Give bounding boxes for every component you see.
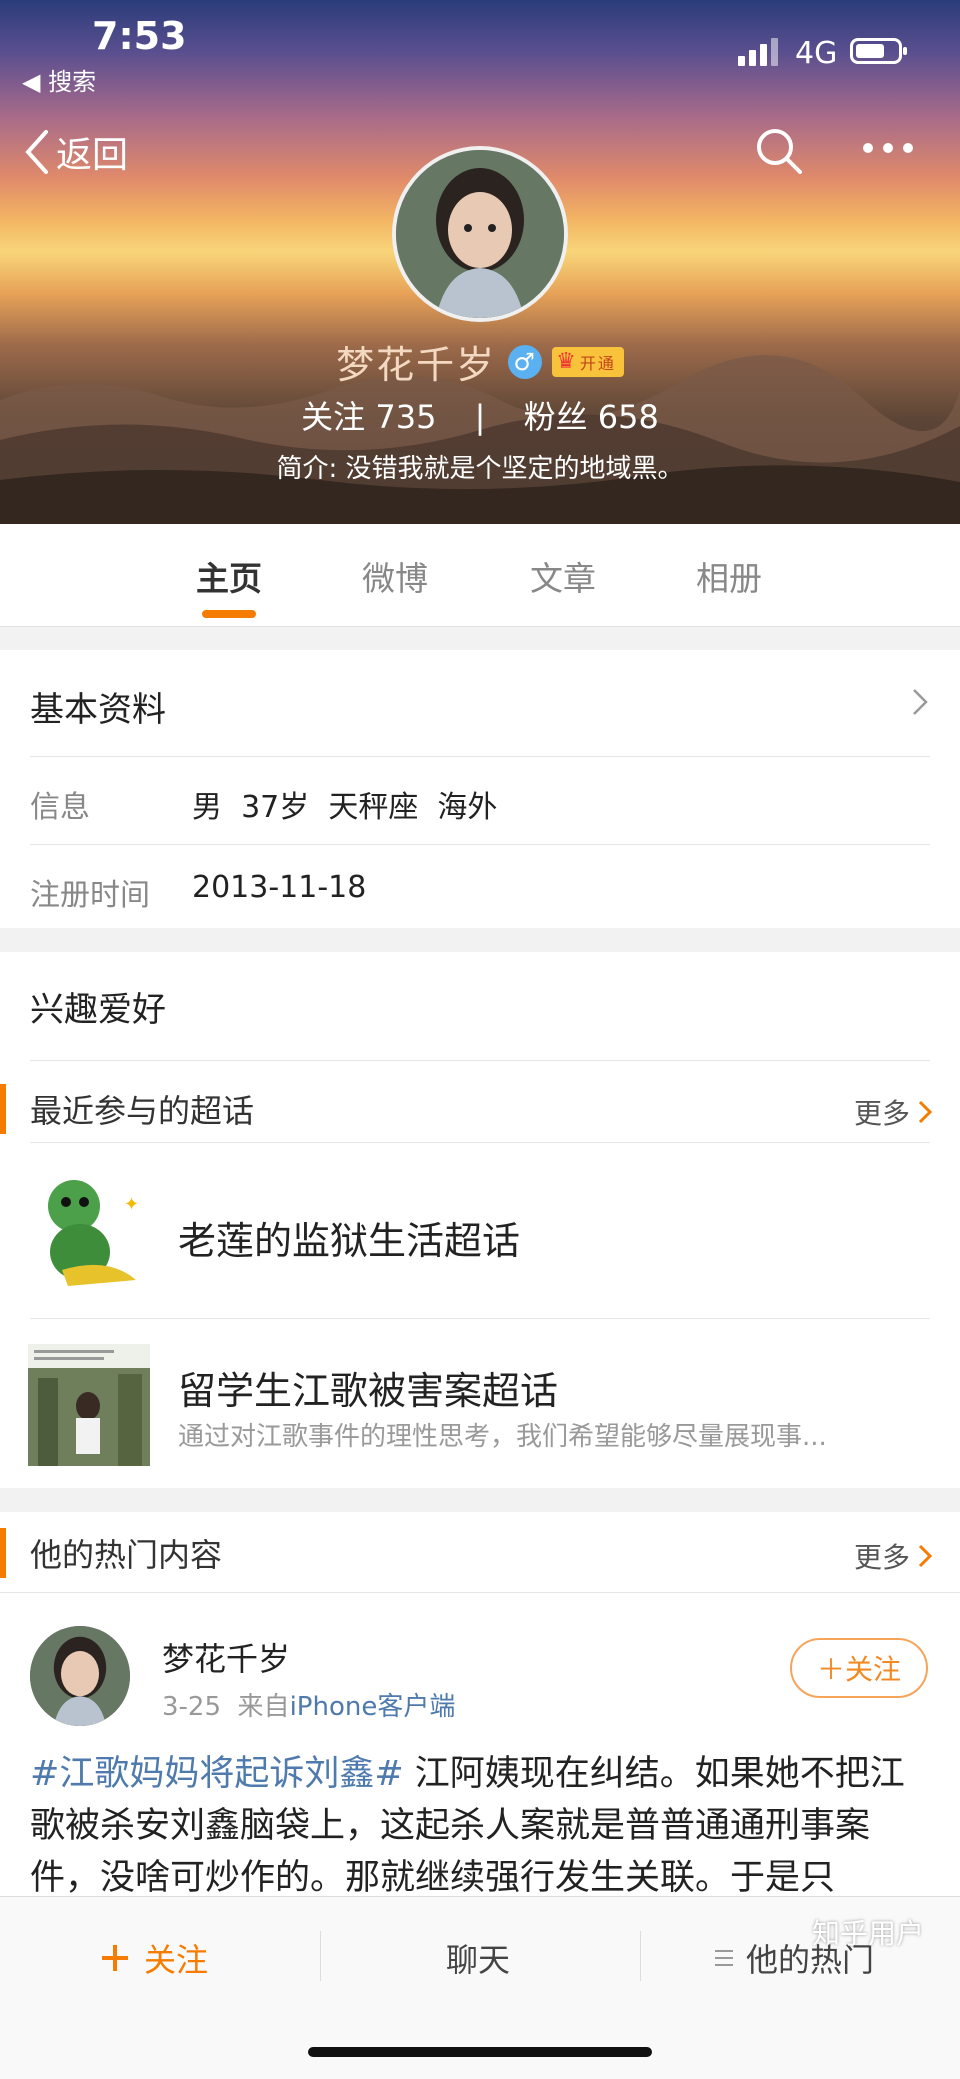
topic-thumbnail bbox=[28, 1344, 150, 1466]
vip-label: 开通 bbox=[579, 353, 616, 373]
info-value: 男 37岁 天秤座 海外 bbox=[192, 790, 498, 825]
interests-card: 兴趣爱好 最近参与的超话 更多 ✦ 老莲的监狱生活超话 留学生江歌被害案超话 通… bbox=[0, 952, 960, 1488]
post-source[interactable]: iPhone客户端 bbox=[290, 1692, 456, 1722]
divider bbox=[320, 1931, 321, 1981]
bottom-chat-button[interactable]: 聊天 bbox=[446, 1935, 510, 1981]
post-meta: 3-25 来自iPhone客户端 bbox=[162, 1686, 455, 1723]
post-hashtag[interactable]: #江歌妈妈将起诉刘鑫# bbox=[30, 1754, 404, 1794]
svg-text:✦: ✦ bbox=[124, 1194, 139, 1215]
profile-name: 梦花千岁 bbox=[336, 343, 497, 387]
following-label: 关注 bbox=[301, 398, 366, 436]
more-label: 更多 bbox=[853, 1541, 910, 1574]
chevron-left-icon bbox=[25, 130, 48, 174]
info-label: 信息 bbox=[30, 790, 90, 825]
following-count: 735 bbox=[375, 398, 437, 436]
section-accent-bar bbox=[0, 1084, 6, 1134]
more-label: 更多 bbox=[853, 1097, 910, 1130]
bottom-follow-label: 关注 bbox=[144, 1941, 209, 1979]
tab-home[interactable]: 主页 bbox=[196, 552, 262, 600]
topic-cover-image bbox=[28, 1344, 150, 1466]
post-date: 3-25 bbox=[162, 1692, 222, 1722]
profile-tabs: 主页 微博 文章 相册 bbox=[0, 524, 960, 627]
divider bbox=[30, 756, 930, 757]
hot-content-card: 他的热门内容 更多 梦花千岁 3-25 来自iPhone客户端 ＋关注 #江歌妈… bbox=[0, 1512, 960, 1898]
post-author[interactable]: 梦花千岁 bbox=[162, 1634, 290, 1680]
divider bbox=[640, 1931, 641, 1981]
profile-name-row: 梦花千岁 ♂ ♛ 开通 bbox=[0, 334, 960, 389]
divider bbox=[30, 844, 930, 845]
fans-count: 658 bbox=[597, 398, 659, 436]
section-accent-bar bbox=[0, 1528, 6, 1578]
profile-bio: 简介: 没错我就是个坚定的地域黑。 bbox=[276, 454, 684, 484]
bottom-chat-label: 聊天 bbox=[446, 1941, 511, 1979]
status-back-to-app[interactable]: ◀ 搜索 bbox=[22, 62, 96, 97]
divider bbox=[0, 1592, 960, 1593]
back-label: 返回 bbox=[56, 135, 129, 176]
basic-info-title[interactable]: 基本资料 bbox=[30, 682, 166, 731]
divider bbox=[30, 1142, 930, 1143]
hot-content-title: 他的热门内容 bbox=[30, 1536, 223, 1574]
register-label: 注册时间 bbox=[30, 878, 150, 913]
register-date: 2013-11-18 bbox=[192, 870, 367, 905]
post-text[interactable]: #江歌妈妈将起诉刘鑫# 江阿姨现在纠结。如果她不把江歌被杀安刘鑫脑袋上，这起杀人… bbox=[30, 1748, 935, 1904]
profile-avatar[interactable] bbox=[392, 146, 568, 322]
topic-title: 老莲的监狱生活超话 bbox=[178, 1219, 521, 1263]
profile-stats: 关注 735 | 粉丝 658 bbox=[0, 392, 960, 438]
active-tab-indicator bbox=[202, 610, 256, 618]
basic-info-card: 基本资料 信息 男 37岁 天秤座 海外 注册时间 2013-11-18 bbox=[0, 650, 960, 928]
vip-badge[interactable]: ♛ 开通 bbox=[552, 346, 624, 377]
follow-button[interactable]: ＋关注 bbox=[790, 1638, 928, 1698]
back-button[interactable]: 返回 bbox=[24, 126, 128, 178]
tab-articles[interactable]: 文章 bbox=[530, 552, 596, 600]
status-time: 7:53 bbox=[92, 14, 187, 58]
battery-icon bbox=[850, 38, 907, 64]
tab-weibo[interactable]: 微博 bbox=[362, 552, 428, 600]
tab-albums[interactable]: 相册 bbox=[696, 552, 762, 600]
plus-icon bbox=[102, 1945, 128, 1971]
list-icon bbox=[715, 1950, 733, 1966]
avatar-portrait bbox=[30, 1626, 130, 1726]
fans-stat[interactable]: 粉丝 658 bbox=[524, 398, 659, 436]
post-avatar[interactable] bbox=[30, 1626, 130, 1726]
male-icon: ♂ bbox=[508, 344, 543, 379]
more-icon[interactable] bbox=[862, 142, 914, 154]
divider bbox=[30, 1060, 930, 1061]
network-type: 4G bbox=[795, 36, 838, 71]
interests-title: 兴趣爱好 bbox=[30, 990, 166, 1030]
chevron-right-icon[interactable] bbox=[912, 688, 928, 716]
frog-sticker-image: ✦ bbox=[28, 1170, 150, 1292]
fans-label: 粉丝 bbox=[523, 398, 588, 436]
super-topics-more[interactable]: 更多 bbox=[854, 1092, 932, 1132]
topic-description: 通过对江歌事件的理性思考，我们希望能够尽量展现事... bbox=[178, 1422, 827, 1452]
stats-separator: | bbox=[474, 398, 486, 436]
topic-title: 留学生江歌被害案超话 bbox=[178, 1369, 559, 1413]
search-icon[interactable] bbox=[754, 126, 804, 176]
avatar-portrait bbox=[396, 150, 564, 318]
signal-icon bbox=[738, 38, 778, 66]
hot-content-more[interactable]: 更多 bbox=[854, 1536, 932, 1576]
watermark: 知乎用户 bbox=[812, 1917, 925, 1950]
divider bbox=[30, 1318, 930, 1319]
bottom-follow-button[interactable]: 关注 bbox=[100, 1935, 208, 1981]
topic-thumbnail: ✦ bbox=[28, 1170, 150, 1292]
following-stat[interactable]: 关注 735 bbox=[301, 398, 436, 436]
chevron-right-icon bbox=[918, 1100, 932, 1124]
home-indicator[interactable] bbox=[308, 2047, 652, 2057]
super-topics-title: 最近参与的超话 bbox=[30, 1092, 255, 1130]
chevron-right-icon bbox=[918, 1544, 932, 1568]
crown-icon: ♛ bbox=[556, 349, 578, 374]
post-from-label: 来自 bbox=[237, 1692, 290, 1722]
